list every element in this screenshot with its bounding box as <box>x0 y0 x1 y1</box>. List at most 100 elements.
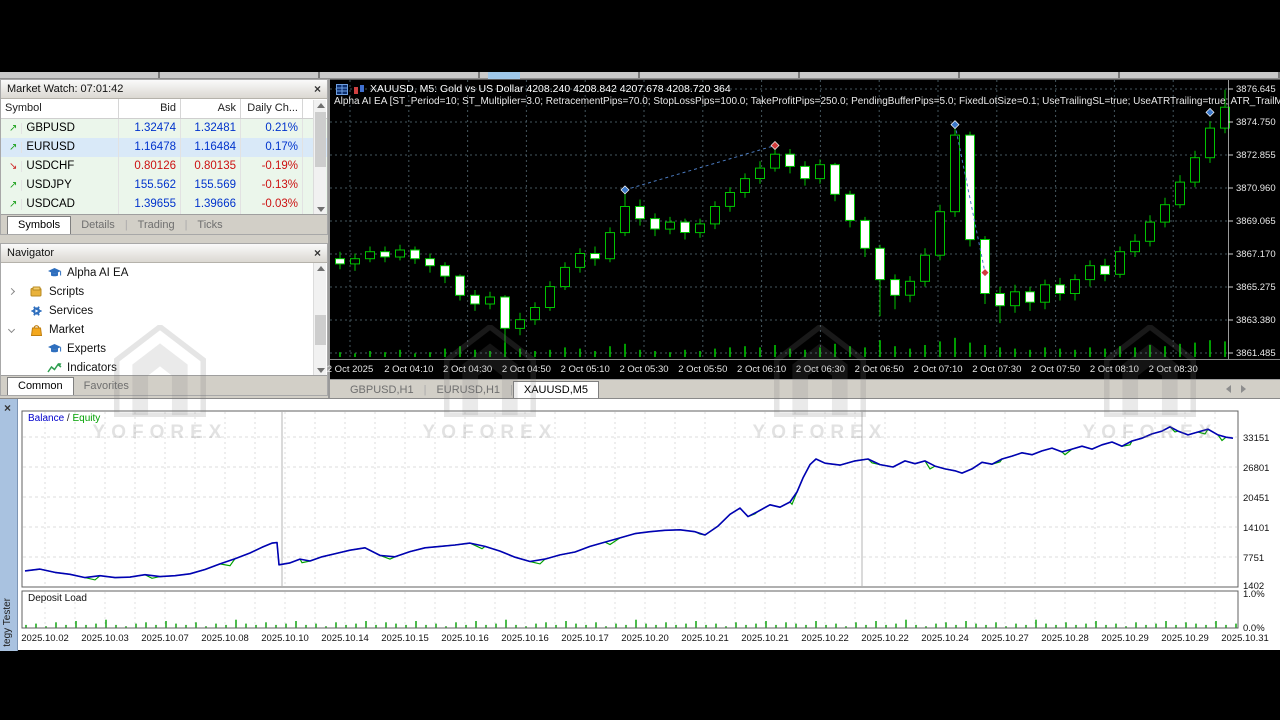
time-label: 2 Oct 07:50 <box>1031 364 1081 375</box>
tab-scroll-left-icon[interactable] <box>1226 385 1231 393</box>
tester-date-label: 2025.10.22 <box>861 633 909 644</box>
chart-tab-xauusdm5[interactable]: XAUUSD,M5 <box>512 381 600 399</box>
strategy-tester-sidebar[interactable]: × tegy Tester <box>0 399 18 651</box>
scroll-down-icon[interactable] <box>317 368 325 373</box>
time-label: 2 Oct 05:50 <box>678 364 728 375</box>
svg-text:3869.065: 3869.065 <box>1236 216 1276 227</box>
tester-date-label: 2025.10.15 <box>381 633 429 644</box>
ask-cell: 155.569 <box>181 176 241 195</box>
expander-right-icon[interactable] <box>7 287 16 296</box>
navigator-item-alphaaiea[interactable]: Alpha AI EA <box>1 263 327 282</box>
time-label: 2 Oct 08:10 <box>1089 364 1139 375</box>
ask-cell: 0.80135 <box>181 157 241 176</box>
tester-date-label: 2025.10.08 <box>201 633 249 644</box>
expert-icon <box>47 342 62 356</box>
deposit-load-label: Deposit Load <box>28 593 87 604</box>
indicators-icon <box>47 361 62 375</box>
chart-tab-eurusdh1[interactable]: EURUSD,H1 <box>426 382 510 399</box>
chart-tab-scroll[interactable] <box>1226 385 1246 393</box>
bid-cell: 1.16478 <box>119 138 181 157</box>
scroll-thumb[interactable] <box>315 315 326 345</box>
tab-details[interactable]: Details <box>71 217 125 234</box>
daily-change-cell: -0.19% <box>241 157 303 176</box>
time-label: 2 Oct 08:30 <box>1148 364 1198 375</box>
tester-date-label: 2025.10.16 <box>441 633 489 644</box>
tab-ticks[interactable]: Ticks <box>187 217 232 234</box>
bid-cell: 1.32474 <box>119 119 181 138</box>
chart-header: XAUUSD, M5: Gold vs US Dollar 4208.240 4… <box>336 83 731 95</box>
market-watch-close-icon[interactable]: × <box>314 83 321 95</box>
chart-tab-gbpusdh1[interactable]: GBPUSD,H1 <box>340 382 424 399</box>
symbol-cell: ↗ GBPUSD <box>1 119 119 138</box>
tester-date-label: 2025.10.20 <box>621 633 669 644</box>
tester-value-label: 26801 <box>1243 463 1270 474</box>
scroll-down-icon[interactable] <box>317 207 325 212</box>
expander-down-icon[interactable] <box>7 325 16 334</box>
chart-type-icon <box>354 84 364 94</box>
navigator-panel: Navigator × Alpha AI EA Scripts Services Ma… <box>0 243 328 396</box>
time-label: 2 Oct 06:30 <box>795 364 845 375</box>
ask-cell: 1.16484 <box>181 138 241 157</box>
tester-date-label: 2025.10.29 <box>1161 633 1209 644</box>
daily-change-cell: 0.17% <box>241 138 303 157</box>
market-watch-row-eurusd[interactable]: ↗ EURUSD 1.16478 1.16484 0.17% <box>1 138 327 157</box>
svg-text:3865.275: 3865.275 <box>1236 282 1276 293</box>
balance-equity-legend: Balance / Equity <box>28 413 100 424</box>
navigator-item-label: Indicators <box>67 361 117 374</box>
tab-scroll-right-icon[interactable] <box>1241 385 1246 393</box>
market-watch-tabs: Symbols Details | Trading | Ticks <box>1 214 327 234</box>
chart-tabs-bar: GBPUSD,H1 | EURUSD,H1 | XAUUSD,M5 <box>330 379 1280 399</box>
strategy-tester-close-icon[interactable]: × <box>4 402 11 414</box>
market-watch-row-usdchf[interactable]: ↘ USDCHF 0.80126 0.80135 -0.19% <box>1 157 327 176</box>
navigator-item-scripts[interactable]: Scripts <box>1 282 327 301</box>
bid-cell: 155.562 <box>119 176 181 195</box>
time-label: 2 Oct 04:30 <box>443 364 493 375</box>
navigator-item-services[interactable]: Services <box>1 301 327 320</box>
column-header-dailych[interactable]: Daily Ch... <box>241 99 303 118</box>
navigator-scrollbar[interactable] <box>313 263 326 376</box>
tab-trading[interactable]: Trading <box>128 217 185 234</box>
bid-cell: 1.39655 <box>119 195 181 214</box>
daily-change-cell: -0.03% <box>241 195 303 214</box>
tester-date-label: 2025.10.10 <box>261 633 309 644</box>
tab-common[interactable]: Common <box>7 377 74 395</box>
navigator-item-experts[interactable]: Experts <box>1 339 327 358</box>
chart-grid <box>330 80 1228 357</box>
market-icon <box>29 323 44 337</box>
scroll-thumb[interactable] <box>315 112 326 167</box>
tester-value-label: 20451 <box>1243 493 1270 504</box>
tester-date-label: 2025.10.24 <box>921 633 969 644</box>
tester-date-label: 2025.10.29 <box>1101 633 1149 644</box>
column-header-ask[interactable]: Ask <box>181 99 241 118</box>
candlestick-chart[interactable]: 3876.645 3874.750 3872.855 3870.960 3869.065… <box>330 80 1280 359</box>
chart-symbol-info: XAUUSD, M5: Gold vs US Dollar 4208.240 4… <box>370 83 731 95</box>
scroll-up-icon[interactable] <box>317 266 325 271</box>
tab-symbols[interactable]: Symbols <box>7 216 72 234</box>
market-watch-row-gbpusd[interactable]: ↗ GBPUSD 1.32474 1.32481 0.21% <box>1 119 327 138</box>
tab-favorites[interactable]: Favorites <box>74 378 139 395</box>
balance-equity-chart[interactable] <box>0 399 1280 651</box>
left-column: Market Watch: 07:01:42 × Symbol Bid Ask Dai… <box>0 79 330 398</box>
column-header-symbol[interactable]: Symbol <box>1 99 119 118</box>
navigator-tabs: Common Favorites <box>1 375 327 395</box>
strategy-tester-panel: × tegy Tester Balance / Equity Deposit L… <box>0 398 1280 651</box>
price-axis-labels: 3876.645 3874.750 3872.855 3870.960 3869.065… <box>1228 84 1276 359</box>
strategy-tester-label: tegy Tester <box>2 598 13 647</box>
market-watch-scrollbar[interactable] <box>313 100 326 215</box>
tester-date-label: 2025.10.17 <box>561 633 609 644</box>
services-icon <box>29 304 44 318</box>
time-label: 2 Oct 04:50 <box>501 364 551 375</box>
navigator-item-market[interactable]: Market <box>1 320 327 339</box>
market-watch-row-usdcad[interactable]: ↗ USDCAD 1.39655 1.39666 -0.03% <box>1 195 327 214</box>
time-label: 2 Oct 06:50 <box>854 364 904 375</box>
market-watch-row-usdjpy[interactable]: ↗ USDJPY 155.562 155.569 -0.13% <box>1 176 327 195</box>
scroll-up-icon[interactable] <box>317 103 325 108</box>
market-watch-title: Market Watch: 07:01:42 <box>7 83 124 95</box>
tester-date-label: 2025.10.22 <box>801 633 849 644</box>
navigator-close-icon[interactable]: × <box>314 247 321 259</box>
column-header-bid[interactable]: Bid <box>119 99 181 118</box>
chart-window[interactable]: 3876.645 3874.750 3872.855 3870.960 3869.065… <box>327 79 1280 399</box>
